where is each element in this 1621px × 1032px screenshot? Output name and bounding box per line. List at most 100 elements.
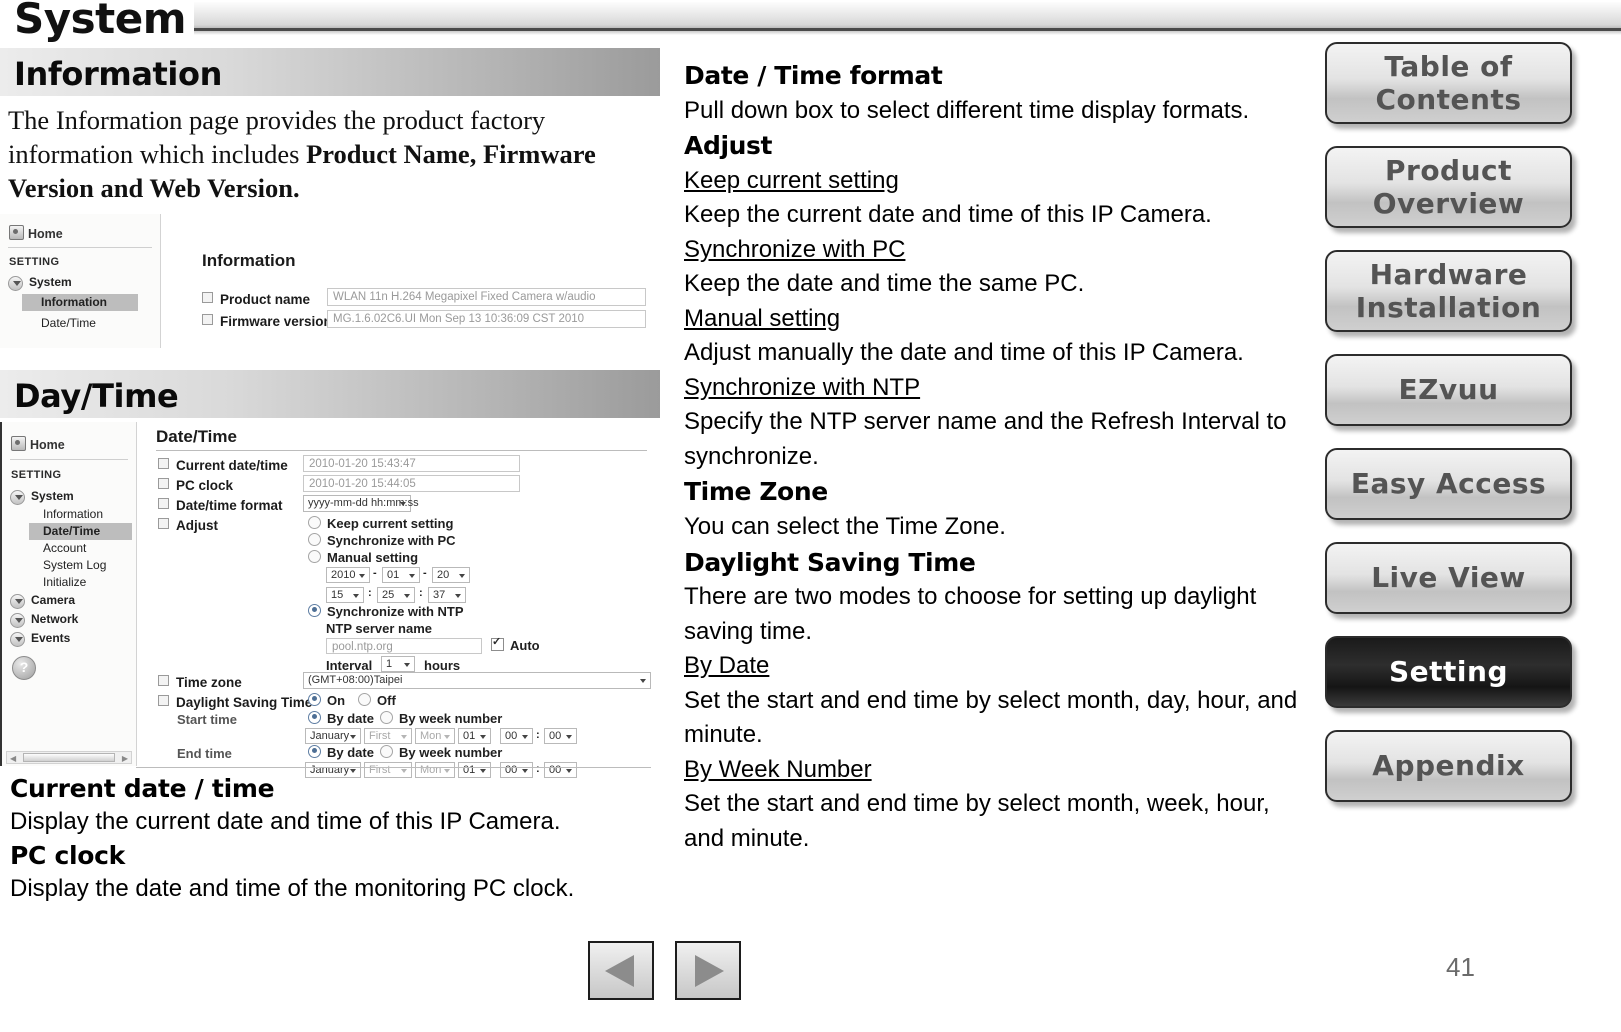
radio-start-by-week-number[interactable]: By week number bbox=[380, 710, 502, 726]
radio-end-by-date[interactable]: By date bbox=[308, 744, 374, 760]
select-end-day[interactable]: 01 bbox=[458, 761, 491, 778]
subheading-keep-current: Keep current setting bbox=[684, 166, 899, 194]
radio-end-by-week-number[interactable]: By week number bbox=[380, 744, 502, 760]
scroll-right-arrow-icon[interactable]: ▶ bbox=[122, 754, 128, 763]
subheading-sync-ntp: Synchronize with NTP bbox=[684, 373, 921, 401]
sidebar-item-network-label: Network bbox=[31, 611, 79, 626]
radio-manual-setting[interactable]: Manual setting bbox=[308, 549, 418, 565]
radio-synchronize-with-pc[interactable]: Synchronize with PC bbox=[308, 532, 456, 548]
text-keep-current: Keep the current date and time of this I… bbox=[684, 201, 1212, 229]
select-manual-minute[interactable]: 25 bbox=[377, 586, 415, 603]
next-page-button[interactable] bbox=[675, 941, 742, 1000]
field-label-daylight-saving: Daylight Saving Time bbox=[158, 694, 312, 710]
sidebar-divider bbox=[8, 246, 152, 248]
text-sync-pc: Keep the date and time the same PC. bbox=[684, 270, 1085, 298]
select-end-month[interactable]: January bbox=[305, 761, 361, 778]
select-end-weekday[interactable]: Mon bbox=[415, 761, 455, 778]
sidebar-item-information[interactable]: Information bbox=[2, 506, 136, 523]
note-text-current-date-time: Display the current date and time of thi… bbox=[10, 808, 561, 836]
nav-button-hardware-installation[interactable]: Hardware Installation bbox=[1325, 250, 1572, 332]
sidebar-item-datetime[interactable]: Date/Time bbox=[0, 315, 160, 332]
sidebar-item-system[interactable]: System bbox=[2, 488, 136, 505]
radio-icon bbox=[308, 549, 321, 563]
datetime-notes: Current date / time Display the current … bbox=[0, 766, 660, 906]
sidebar-item-datetime[interactable]: Date/Time bbox=[29, 522, 132, 540]
select-manual-year[interactable]: 2010 bbox=[326, 566, 370, 583]
section-band-information: Information bbox=[0, 48, 660, 96]
sidebar-item-datetime-label: Date/Time bbox=[41, 315, 96, 330]
sidebar-item-camera[interactable]: Camera bbox=[2, 592, 136, 609]
field-value-current-datetime[interactable]: 2010-01-20 15:43:47 bbox=[303, 454, 520, 472]
nav-button-setting[interactable]: Setting bbox=[1325, 636, 1572, 708]
input-ntp-server[interactable]: pool.ntp.org bbox=[326, 637, 482, 654]
previous-page-button[interactable] bbox=[588, 941, 654, 1000]
nav-button-easy-access[interactable]: Easy Access bbox=[1325, 448, 1572, 520]
sidebar-item-home-label: Home bbox=[28, 226, 63, 241]
sidebar-item-home[interactable]: Home bbox=[9, 224, 63, 241]
scrollbar-thumb[interactable] bbox=[23, 752, 115, 762]
scroll-left-arrow-icon[interactable]: ◀ bbox=[10, 754, 16, 763]
text-date-time-format: Pull down box to select different time d… bbox=[684, 96, 1250, 124]
nav-button-table-of-contents[interactable]: Table of Contents bbox=[1325, 42, 1572, 124]
select-start-week[interactable]: First bbox=[364, 727, 412, 744]
separator-colon-2: : bbox=[419, 586, 423, 599]
chevron-right-icon bbox=[10, 612, 25, 628]
radio-start-by-date[interactable]: By date bbox=[308, 710, 374, 726]
right-content-column: Date / Time format Pull down box to sele… bbox=[684, 58, 1314, 856]
select-manual-day[interactable]: 20 bbox=[432, 566, 470, 583]
select-start-weekday[interactable]: Mon bbox=[415, 727, 455, 744]
select-start-minute[interactable]: 00 bbox=[544, 727, 577, 744]
select-time-zone[interactable]: (GMT+08:00)Taipei bbox=[303, 671, 651, 689]
select-start-hour[interactable]: 00 bbox=[500, 727, 533, 744]
sidebar-item-initialize-label: Initialize bbox=[43, 574, 87, 589]
note-text-pc-clock: Display the date and time of the monitor… bbox=[10, 875, 575, 903]
radio-synchronize-with-ntp[interactable]: Synchronize with NTP bbox=[308, 603, 464, 619]
sidebar-item-datetime-label: Date/Time bbox=[43, 523, 101, 538]
field-value-pc-clock[interactable]: 2010-01-20 15:44:05 bbox=[303, 474, 520, 492]
nav-button-ezvuu[interactable]: EZvuu bbox=[1325, 354, 1572, 426]
select-end-minute[interactable]: 00 bbox=[544, 761, 577, 778]
checkbox-auto[interactable]: Auto bbox=[491, 635, 540, 653]
sidebar-item-account[interactable]: Account bbox=[2, 540, 136, 557]
expand-box-icon bbox=[158, 457, 169, 469]
sidebar-item-system-log[interactable]: System Log bbox=[2, 557, 136, 574]
sidebar-item-information[interactable]: Information bbox=[22, 293, 138, 311]
select-manual-second[interactable]: 37 bbox=[428, 586, 466, 603]
horizontal-scrollbar[interactable]: ◀ ▶ bbox=[6, 750, 132, 764]
sidebar-item-network[interactable]: Network bbox=[2, 611, 136, 628]
subheading-by-date: By Date bbox=[684, 652, 770, 680]
expand-box-icon bbox=[158, 674, 169, 686]
select-manual-month[interactable]: 01 bbox=[382, 566, 420, 583]
sidebar-item-system[interactable]: System bbox=[0, 274, 160, 291]
nav-button-live-view[interactable]: Live View bbox=[1325, 542, 1572, 614]
sidebar-item-information-label: Information bbox=[43, 506, 104, 521]
sidebar-item-system-log-label: System Log bbox=[43, 557, 107, 572]
radio-icon bbox=[308, 603, 321, 617]
sidebar-item-events[interactable]: Events bbox=[2, 630, 136, 647]
select-start-day[interactable]: 01 bbox=[458, 727, 491, 744]
section-title-information: Information bbox=[14, 55, 222, 93]
label-hours: hours bbox=[424, 657, 461, 673]
select-end-week[interactable]: First bbox=[364, 761, 412, 778]
select-start-month[interactable]: January bbox=[305, 727, 361, 744]
field-label-datetime-format: Date/time format bbox=[158, 497, 283, 513]
select-datetime-format[interactable]: yyyy-mm-dd hh:mm:ss bbox=[303, 494, 419, 512]
chevron-right-icon bbox=[10, 593, 25, 609]
radio-keep-current-setting[interactable]: Keep current setting bbox=[308, 515, 453, 531]
information-page-screenshot: Home SETTING System Information Date/Tim… bbox=[0, 213, 655, 348]
field-value-product-name[interactable]: WLAN 11n H.264 Megapixel Fixed Camera w/… bbox=[327, 287, 646, 306]
chevron-down-icon bbox=[10, 489, 25, 505]
field-value-firmware-version[interactable]: MG.1.6.02C6.UI Mon Sep 13 10:36:09 CST 2… bbox=[327, 309, 646, 328]
select-manual-hour[interactable]: 15 bbox=[326, 586, 364, 603]
field-label-product-name-text: Product name bbox=[220, 291, 311, 307]
sidebar-item-initialize[interactable]: Initialize bbox=[2, 574, 136, 591]
nav-button-appendix[interactable]: Appendix bbox=[1325, 730, 1572, 802]
sidebar-item-home[interactable]: Home bbox=[11, 435, 65, 452]
help-icon[interactable]: ? bbox=[12, 655, 36, 680]
select-interval[interactable]: 1 bbox=[381, 655, 415, 672]
select-end-hour[interactable]: 00 bbox=[500, 761, 533, 778]
radio-dst-on[interactable]: On bbox=[308, 692, 345, 708]
form-bottom-divider bbox=[136, 766, 651, 768]
radio-dst-off[interactable]: Off bbox=[358, 692, 396, 708]
nav-button-product-overview[interactable]: Product Overview bbox=[1325, 146, 1572, 228]
